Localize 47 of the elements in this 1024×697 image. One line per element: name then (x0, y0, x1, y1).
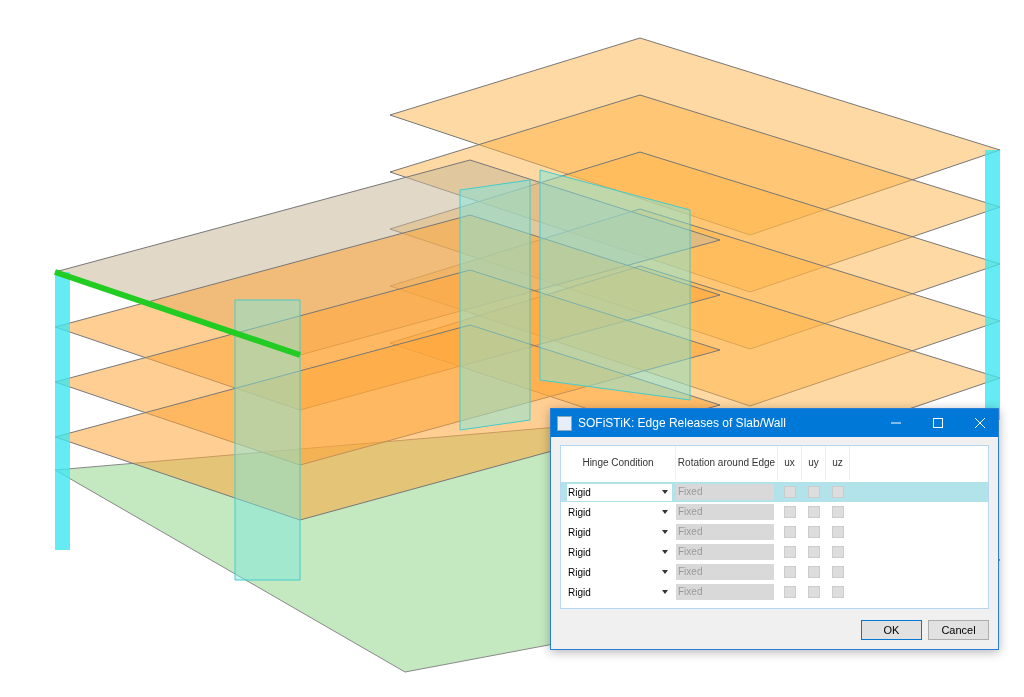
checkbox[interactable] (784, 506, 796, 518)
hinge-dropdown[interactable]: Rigid (567, 483, 672, 501)
column-header: Rotation around Edge (676, 446, 778, 480)
column-header: uz (826, 446, 850, 480)
checkbox[interactable] (808, 586, 820, 598)
column-header: ux (778, 446, 802, 480)
checkbox[interactable] (832, 546, 844, 558)
table-row[interactable]: Rigid Fixed (561, 502, 988, 522)
checkbox[interactable] (808, 526, 820, 538)
table-row[interactable]: Rigid Fixed (561, 582, 988, 602)
close-icon (975, 418, 985, 428)
checkbox[interactable] (784, 586, 796, 598)
window-title: SOFiSTiK: Edge Releases of Slab/Wall (578, 416, 787, 430)
table-row[interactable]: Rigid Fixed (561, 542, 988, 562)
column-header: Hinge Condition (561, 446, 676, 480)
table-row[interactable]: Rigid Fixed (561, 482, 988, 502)
checkbox[interactable] (808, 486, 820, 498)
caret-icon (662, 490, 668, 494)
hinge-dropdown[interactable]: Rigid (567, 563, 672, 581)
checkbox[interactable] (784, 546, 796, 558)
hinge-dropdown[interactable]: Rigid (567, 543, 672, 561)
checkbox[interactable] (832, 586, 844, 598)
checkbox[interactable] (784, 526, 796, 538)
hinge-dropdown[interactable]: Rigid (567, 503, 672, 521)
checkbox[interactable] (832, 566, 844, 578)
caret-icon (662, 550, 668, 554)
column-header: uy (802, 446, 826, 480)
hinge-dropdown[interactable]: Rigid (567, 583, 672, 601)
checkbox[interactable] (832, 506, 844, 518)
maximize-icon (933, 418, 943, 428)
caret-icon (662, 570, 668, 574)
checkbox[interactable] (808, 506, 820, 518)
checkbox[interactable] (808, 546, 820, 558)
table-row[interactable]: Rigid Fixed (561, 562, 988, 582)
checkbox[interactable] (808, 566, 820, 578)
caret-icon (662, 530, 668, 534)
checkbox[interactable] (784, 486, 796, 498)
hinge-dropdown[interactable]: Rigid (567, 523, 672, 541)
table-row[interactable]: Rigid Fixed (561, 522, 988, 542)
app-logo-icon (557, 415, 572, 431)
caret-icon (662, 590, 668, 594)
checkbox[interactable] (784, 566, 796, 578)
checkbox[interactable] (832, 486, 844, 498)
checkbox[interactable] (832, 526, 844, 538)
ok-button[interactable]: OK (861, 620, 922, 640)
caret-icon (662, 510, 668, 514)
cancel-button[interactable]: Cancel (928, 620, 989, 640)
